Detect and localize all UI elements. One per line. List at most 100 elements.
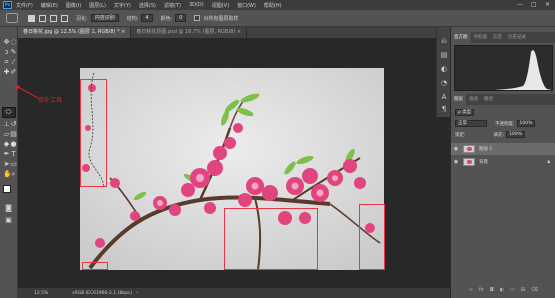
collapsed-panel-strip: ⎌ ▤ ◐ ◔ A ¶ xyxy=(436,27,450,117)
adjustment-layer-icon[interactable]: ◐ xyxy=(500,287,504,293)
character-icon[interactable]: A xyxy=(440,93,448,101)
shape-tool-icon[interactable]: ▭ xyxy=(10,161,17,168)
menu-image[interactable]: 图像(I) xyxy=(66,2,81,9)
menu-bar: Ps 文件(F) 编辑(E) 图像(I) 图层(L) 文字(Y) 选择(S) 滤… xyxy=(0,0,555,10)
menu-file[interactable]: 文件(F) xyxy=(16,2,33,9)
menu-type[interactable]: 文字(Y) xyxy=(114,2,131,9)
zoom-tool-icon[interactable]: ⌕ xyxy=(10,171,17,178)
layer-style-icon[interactable]: fx xyxy=(479,287,484,293)
add-mask-icon[interactable]: ◘ xyxy=(490,287,494,293)
zoom-level[interactable]: 12.5% xyxy=(34,291,48,296)
hand-tool-icon[interactable]: ✋ xyxy=(3,171,12,178)
close-icon[interactable]: ✕ xyxy=(545,1,550,8)
tab-document-active[interactable]: 春日桃花.jpg @ 12.5% (图层 1, RGB/8) * × xyxy=(18,27,132,38)
blend-row: 正常 不透明度: 100% xyxy=(451,118,555,129)
dodge-tool-icon[interactable]: ● xyxy=(10,141,17,148)
histogram-graph xyxy=(454,45,553,91)
menu-window[interactable]: 窗口(W) xyxy=(237,2,256,9)
tab-info[interactable]: 信息 xyxy=(490,32,505,43)
quick-mask-icon[interactable]: ◙ xyxy=(5,205,12,212)
link-layers-icon[interactable]: ∞ xyxy=(469,287,473,293)
fill-input[interactable]: 100% xyxy=(506,131,525,138)
marquee-tool-icon[interactable]: ◌ xyxy=(10,39,17,46)
lock-label: 锁定: xyxy=(455,132,466,138)
history-brush-tool-icon[interactable]: ↺ xyxy=(10,121,17,128)
brush-tool-icon[interactable]: ✐ xyxy=(10,69,17,76)
patch-tool-icon[interactable]: ⬭ xyxy=(5,109,12,116)
eraser-tool-icon[interactable]: ▱ xyxy=(3,131,10,138)
properties-icon[interactable]: ▤ xyxy=(440,51,448,59)
path-select-tool-icon[interactable]: ➤ xyxy=(3,161,10,168)
tab-histogram[interactable]: 直方图 xyxy=(451,32,471,43)
fill-label: 填充: xyxy=(493,132,505,138)
eye-icon[interactable]: ◉ xyxy=(451,146,461,152)
intersect-selection-icon[interactable] xyxy=(61,14,68,22)
structure-label: 结构: xyxy=(126,15,139,22)
status-bar: 12.5% sRGB IEC61966-2.1 (8bpc) › xyxy=(18,288,450,298)
patch-area-left xyxy=(80,79,107,187)
eye-icon[interactable]: ◉ xyxy=(451,159,461,165)
patch-area-bottom-left xyxy=(82,262,108,270)
tab-navigator[interactable]: 导航器 xyxy=(471,32,491,43)
histogram-panel-tabs: 直方图 导航器 信息 历史记录 xyxy=(451,32,555,43)
tab-history[interactable]: 历史记录 xyxy=(505,32,529,43)
layers-panel-footer: ∞ fx ◘ ◐ ▭ ⊞ ⌫ xyxy=(451,285,555,295)
menu-help[interactable]: 帮助(H) xyxy=(264,2,282,9)
history-icon[interactable]: ⎌ xyxy=(440,37,448,45)
tab-paths[interactable]: 路径 xyxy=(481,94,496,105)
foreground-color-swatch[interactable] xyxy=(3,185,11,193)
minimize-icon[interactable]: — xyxy=(517,1,523,8)
opacity-label: 不透明度: xyxy=(495,121,515,127)
screen-mode-icon[interactable]: ▣ xyxy=(5,217,12,224)
layer-row-layer1[interactable]: ◉ 图层 1 xyxy=(451,143,555,155)
group-layers-icon[interactable]: ▭ xyxy=(510,287,515,293)
stamp-tool-icon[interactable]: ⊥ xyxy=(3,121,10,128)
tab-document-2[interactable]: 春日桃花原图.psd @ 16.7% (图层, RGB/8) × xyxy=(131,27,248,38)
layer-filter-row: ρ 类型 xyxy=(451,107,555,118)
eyedropper-tool-icon[interactable]: ⁄ xyxy=(10,59,17,66)
opacity-input[interactable]: 100% xyxy=(516,120,536,127)
new-layer-icon[interactable]: ⊞ xyxy=(521,287,525,293)
tab-channels[interactable]: 通道 xyxy=(466,94,481,105)
histogram-curve xyxy=(455,50,552,90)
crop-tool-icon[interactable]: ⌗ xyxy=(3,59,10,66)
menu-layer[interactable]: 图层(L) xyxy=(89,2,106,9)
maximize-icon[interactable]: □ xyxy=(531,1,537,8)
options-bar: 羽化: 内容识别 结构: 4 颜色: 0 对所有图层取样 xyxy=(0,10,555,27)
blur-tool-icon[interactable]: ◆ xyxy=(3,141,10,148)
tab-layers[interactable]: 图层 xyxy=(451,94,466,105)
gradient-tool-icon[interactable]: ▤ xyxy=(10,131,17,138)
pen-tool-icon[interactable]: ✒ xyxy=(3,151,10,158)
tool-preset-picker[interactable] xyxy=(6,13,18,23)
structure-input[interactable]: 4 xyxy=(141,14,153,22)
blend-mode-select[interactable]: 正常 xyxy=(455,120,487,127)
move-tool-icon[interactable]: ✥ xyxy=(3,39,10,46)
menu-3d[interactable]: 3D(D) xyxy=(189,2,204,8)
patch-area-bottom-right xyxy=(359,204,385,270)
patch-area-bottom-center xyxy=(224,208,318,270)
lasso-tool-icon[interactable]: ↄ xyxy=(3,49,10,56)
menu-view[interactable]: 视图(V) xyxy=(212,2,229,9)
healing-brush-tool-icon[interactable]: ✚ xyxy=(3,69,10,76)
new-selection-icon[interactable] xyxy=(28,14,35,22)
paragraph-icon[interactable]: ¶ xyxy=(440,105,448,113)
quick-select-tool-icon[interactable]: ✎ xyxy=(10,49,17,56)
sample-all-checkbox[interactable] xyxy=(194,15,201,21)
menu-filter[interactable]: 滤镜(T) xyxy=(164,2,181,9)
adjustments-icon[interactable]: ◐ xyxy=(440,65,448,73)
sample-all-label: 对所有图层取样 xyxy=(203,15,239,22)
layer-row-background[interactable]: ◉ 背景 🔒︎ xyxy=(451,156,555,168)
menu-edit[interactable]: 编辑(E) xyxy=(41,2,58,9)
patch-mode-select[interactable]: 内容识别 xyxy=(90,14,119,22)
layer-kind-filter[interactable]: ρ 类型 xyxy=(455,109,475,116)
layer-thumbnail xyxy=(463,145,475,153)
subtract-selection-icon[interactable] xyxy=(50,14,57,22)
status-arrow-icon[interactable]: › xyxy=(136,290,138,296)
menu-select[interactable]: 选择(S) xyxy=(139,2,156,9)
add-selection-icon[interactable] xyxy=(39,14,46,22)
lock-icon: 🔒︎ xyxy=(547,159,550,165)
color-input[interactable]: 0 xyxy=(175,14,187,22)
delete-layer-icon[interactable]: ⌫ xyxy=(531,287,538,293)
type-tool-icon[interactable]: T xyxy=(10,151,17,158)
styles-icon[interactable]: ◔ xyxy=(440,79,448,87)
